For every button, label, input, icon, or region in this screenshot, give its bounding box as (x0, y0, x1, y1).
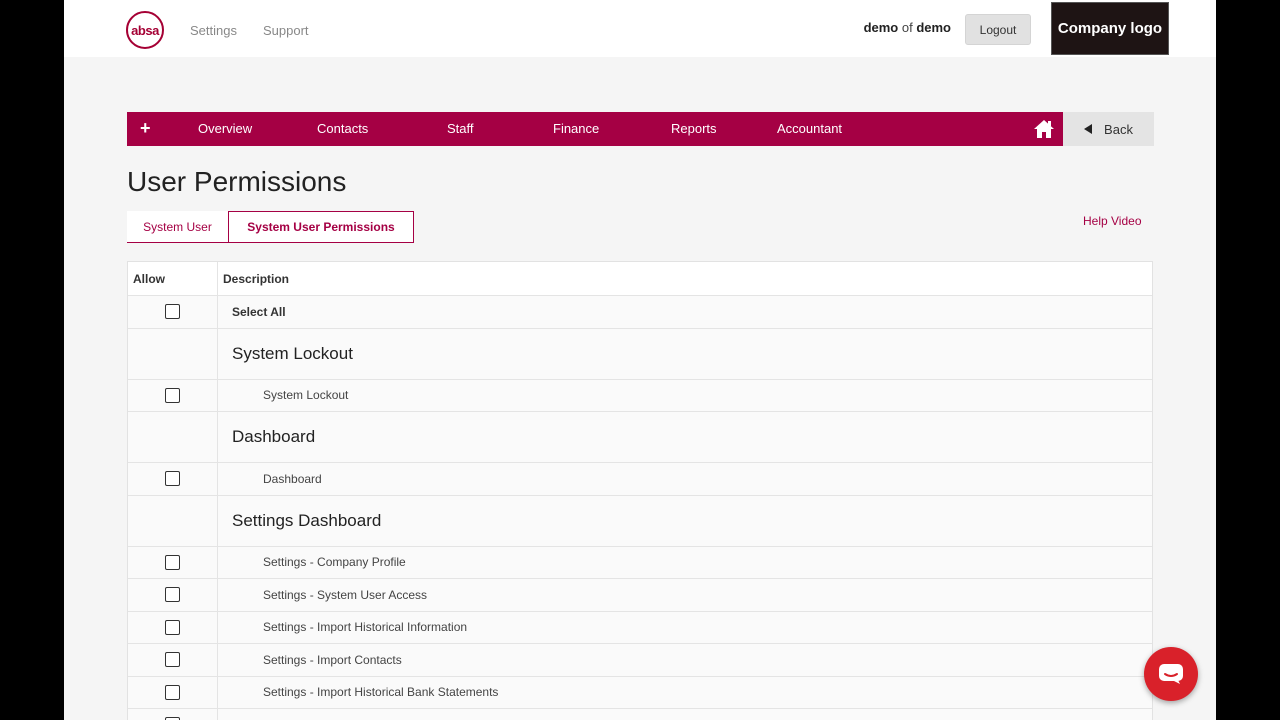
permission-label (218, 709, 1152, 720)
nav-accountant[interactable]: Accountant (777, 121, 842, 136)
add-button[interactable]: + (140, 118, 151, 139)
section-header: System Lockout (128, 328, 1152, 380)
user-name: demo (863, 20, 899, 35)
back-arrow-icon (1084, 124, 1093, 134)
help-video-link[interactable]: Help Video (1083, 214, 1142, 228)
column-allow: Allow (128, 262, 218, 295)
permission-label: Dashboard (263, 471, 322, 486)
table-row: Settings - Import Historical Bank Statem… (128, 676, 1152, 709)
nav-overview[interactable]: Overview (198, 121, 252, 136)
nav-finance[interactable]: Finance (553, 121, 599, 136)
page-title: User Permissions (127, 166, 347, 197)
nav-reports[interactable]: Reports (671, 121, 717, 136)
support-link[interactable]: Support (263, 23, 309, 38)
chat-icon[interactable] (1144, 647, 1198, 701)
absa-logo[interactable]: absa (126, 11, 164, 49)
tab-system-user[interactable]: System User (127, 211, 228, 243)
logout-button[interactable]: Logout (965, 14, 1031, 45)
top-bar: absa Settings Support demo of demo Logou… (64, 0, 1216, 57)
table-row: Settings - Import Contacts (128, 644, 1152, 677)
select-all-checkbox[interactable] (165, 304, 180, 320)
tab-system-user-permissions[interactable]: System User Permissions (228, 211, 414, 243)
back-label: Back (1104, 121, 1133, 137)
permission-label: Settings - Import Historical Information (263, 620, 468, 635)
table-row: Settings - Import Historical Information (128, 611, 1152, 644)
current-user: demo of demo (864, 20, 951, 35)
permission-label: Settings - Import Historical Bank Statem… (263, 685, 499, 700)
section-header: Settings Dashboard (128, 495, 1152, 547)
home-icon[interactable] (1033, 119, 1055, 144)
table-row: Dashboard (128, 463, 1152, 496)
permission-checkbox[interactable] (165, 619, 180, 635)
section-header: Dashboard (128, 412, 1152, 463)
user-of: of (901, 20, 913, 35)
table-row (128, 709, 1152, 720)
permission-checkbox[interactable] (165, 554, 180, 570)
permission-checkbox[interactable] (165, 387, 180, 403)
permission-label: Settings - Company Profile (263, 555, 406, 570)
section-title: System Lockout (232, 343, 353, 363)
user-company: demo (916, 20, 951, 35)
select-all-label: Select All (232, 304, 286, 319)
section-title: Dashboard (232, 427, 316, 446)
table-row: System Lockout (128, 379, 1152, 412)
permission-label: Settings - System User Access (263, 587, 428, 602)
back-button[interactable]: Back (1063, 112, 1154, 146)
table-row: Settings - Company Profile (128, 546, 1152, 579)
settings-link[interactable]: Settings (190, 23, 237, 38)
section-title: Settings Dashboard (232, 510, 382, 530)
permission-label: Settings - Import Contacts (263, 652, 402, 667)
logo-text: absa (131, 22, 159, 38)
column-description: Description (223, 271, 290, 286)
select-all-row: Select All (128, 296, 1152, 329)
table-header: Allow Description (128, 262, 1152, 296)
company-logo: Company logo (1051, 2, 1169, 55)
permission-checkbox[interactable] (165, 471, 180, 487)
nav-contacts[interactable]: Contacts (317, 121, 368, 136)
app-page: absa Settings Support demo of demo Logou… (64, 0, 1216, 720)
nav-staff[interactable]: Staff (447, 121, 474, 136)
main-nav: + Overview Contacts Staff Finance Report… (127, 112, 1063, 146)
permissions-table: Allow Description Select All System Lock… (127, 261, 1153, 720)
permission-checkbox[interactable] (165, 652, 180, 668)
table-row: Settings - System User Access (128, 579, 1152, 612)
permission-label: System Lockout (263, 388, 349, 403)
permission-checkbox[interactable] (165, 587, 180, 603)
permission-checkbox[interactable] (165, 684, 180, 700)
